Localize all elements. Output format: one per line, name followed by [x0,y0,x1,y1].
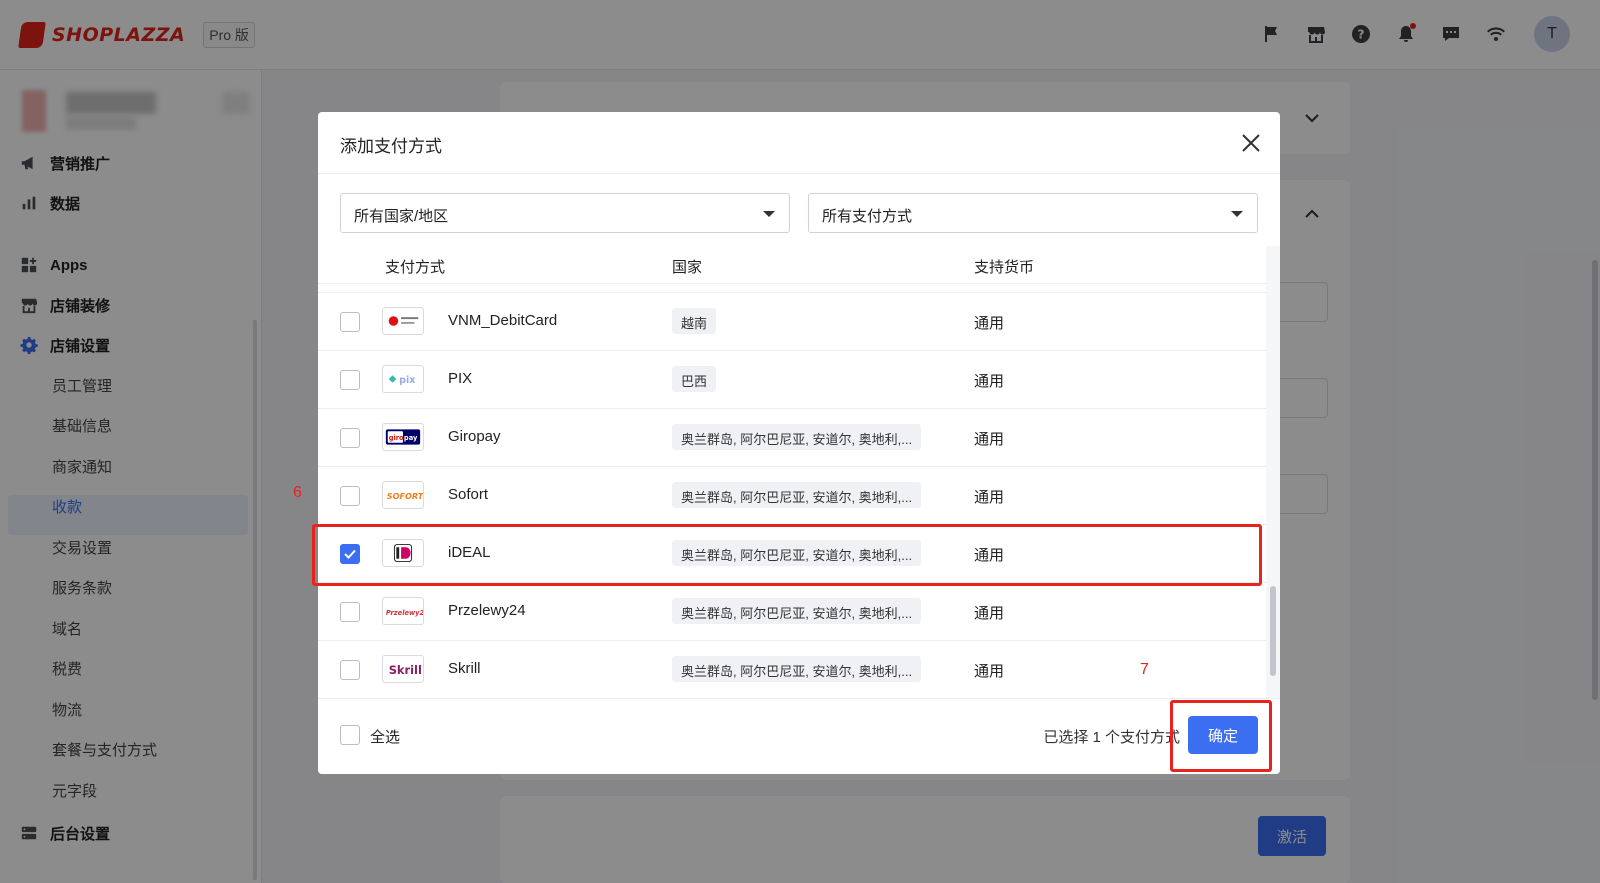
select-all-checkbox[interactable] [340,725,360,745]
table-header: 支付方式 国家 支持货币 [318,246,1266,284]
row-checkbox[interactable] [340,370,360,390]
country-filter-value: 所有国家/地区 [354,208,449,225]
currency-value: 通用 [974,373,1005,390]
method-filter-select[interactable]: 所有支付方式 [808,193,1258,233]
method-name: Przelewy24 [448,602,526,619]
table-row[interactable]: giro pay Giropay 奥兰群岛, 阿尔巴尼亚, 安道尔, 奥地利,..… [318,409,1266,467]
country-filter-select[interactable]: 所有国家/地区 [340,193,790,233]
close-icon[interactable] [1238,130,1264,156]
row-checkbox[interactable] [340,486,360,506]
method-name: PIX [448,370,473,387]
column-header-currency: 支持货币 [974,259,1035,276]
giropay-logo: giro pay [382,423,424,451]
currency-value: 通用 [974,431,1005,448]
sofort-logo: SOFORT [382,481,424,509]
svg-text:SOFORT: SOFORT [387,491,423,501]
row-checkbox[interactable] [340,660,360,680]
skrill-logo: Skrill [382,655,424,683]
svg-text:pix: pix [399,375,415,386]
scrollbar-thumb[interactable] [1270,586,1276,676]
svg-text:Skrill: Skrill [389,663,422,677]
table-row[interactable]: Skrill Skrill 奥兰群岛, 阿尔巴尼亚, 安道尔, 奥地利,... … [318,641,1266,699]
caret-down-icon [1231,211,1243,217]
country-tag: 奥兰群岛, 阿尔巴尼亚, 安道尔, 奥地利,... [672,482,922,508]
table-row[interactable]: Przelewy24 Przelewy24 奥兰群岛, 阿尔巴尼亚, 安道尔, … [318,583,1266,641]
annotation-highlight-ideal-row [312,524,1262,586]
method-name: Skrill [448,660,481,677]
pix-logo: pix [382,365,424,393]
currency-value: 通用 [974,605,1005,622]
row-checkbox[interactable] [340,312,360,332]
annotation-step-6: 6 [293,484,302,501]
table-scrollbar[interactable] [1266,246,1280,710]
table-row[interactable]: VNM_DebitCard 越南 通用 [318,293,1266,351]
przelewy24-logo: Przelewy24 [382,597,424,625]
country-tag: 奥兰群岛, 阿尔巴尼亚, 安道尔, 奥地利,... [672,656,922,682]
dialog-title: 添加支付方式 [340,137,442,156]
caret-down-icon [763,211,775,217]
select-all-label[interactable]: 全选 [370,726,400,747]
svg-text:Przelewy24: Przelewy24 [386,609,423,617]
country-tag: 巴西 [672,366,717,392]
method-name: VNM_DebitCard [448,312,558,329]
row-checkbox[interactable] [340,428,360,448]
country-tag: 奥兰群岛, 阿尔巴尼亚, 安道尔, 奥地利,... [672,424,922,450]
method-name: Giropay [448,428,501,445]
country-tag: 越南 [672,308,717,334]
vnm-debitcard-logo [382,307,424,335]
selected-count: 已选择 1 个支付方式 [1043,729,1180,746]
row-checkbox[interactable] [340,602,360,622]
column-header-country: 国家 [672,259,703,276]
table-row[interactable]: pix PIX 巴西 通用 [318,351,1266,409]
dialog-footer: 全选 已选择 1 个支付方式 确定 [318,698,1280,774]
annotation-highlight-confirm-button [1170,700,1272,772]
dialog-header: 添加支付方式 [318,112,1280,174]
currency-value: 通用 [974,489,1005,506]
country-tag: 奥兰群岛, 阿尔巴尼亚, 安道尔, 奥地利,... [672,598,922,624]
method-filter-value: 所有支付方式 [822,208,913,225]
currency-value: 通用 [974,663,1005,680]
column-header-method: 支付方式 [385,259,446,276]
add-payment-method-dialog: 添加支付方式 所有国家/地区 所有支付方式 支付方式 国家 支持货币 VNM_D… [318,112,1280,774]
table-row[interactable]: SOFORT Sofort 奥兰群岛, 阿尔巴尼亚, 安道尔, 奥地利,... … [318,467,1266,525]
annotation-step-7: 7 [1140,661,1149,678]
svg-text:giro: giro [389,434,404,442]
method-name: Sofort [448,486,489,503]
svg-text:pay: pay [404,434,418,442]
currency-value: 通用 [974,315,1005,332]
